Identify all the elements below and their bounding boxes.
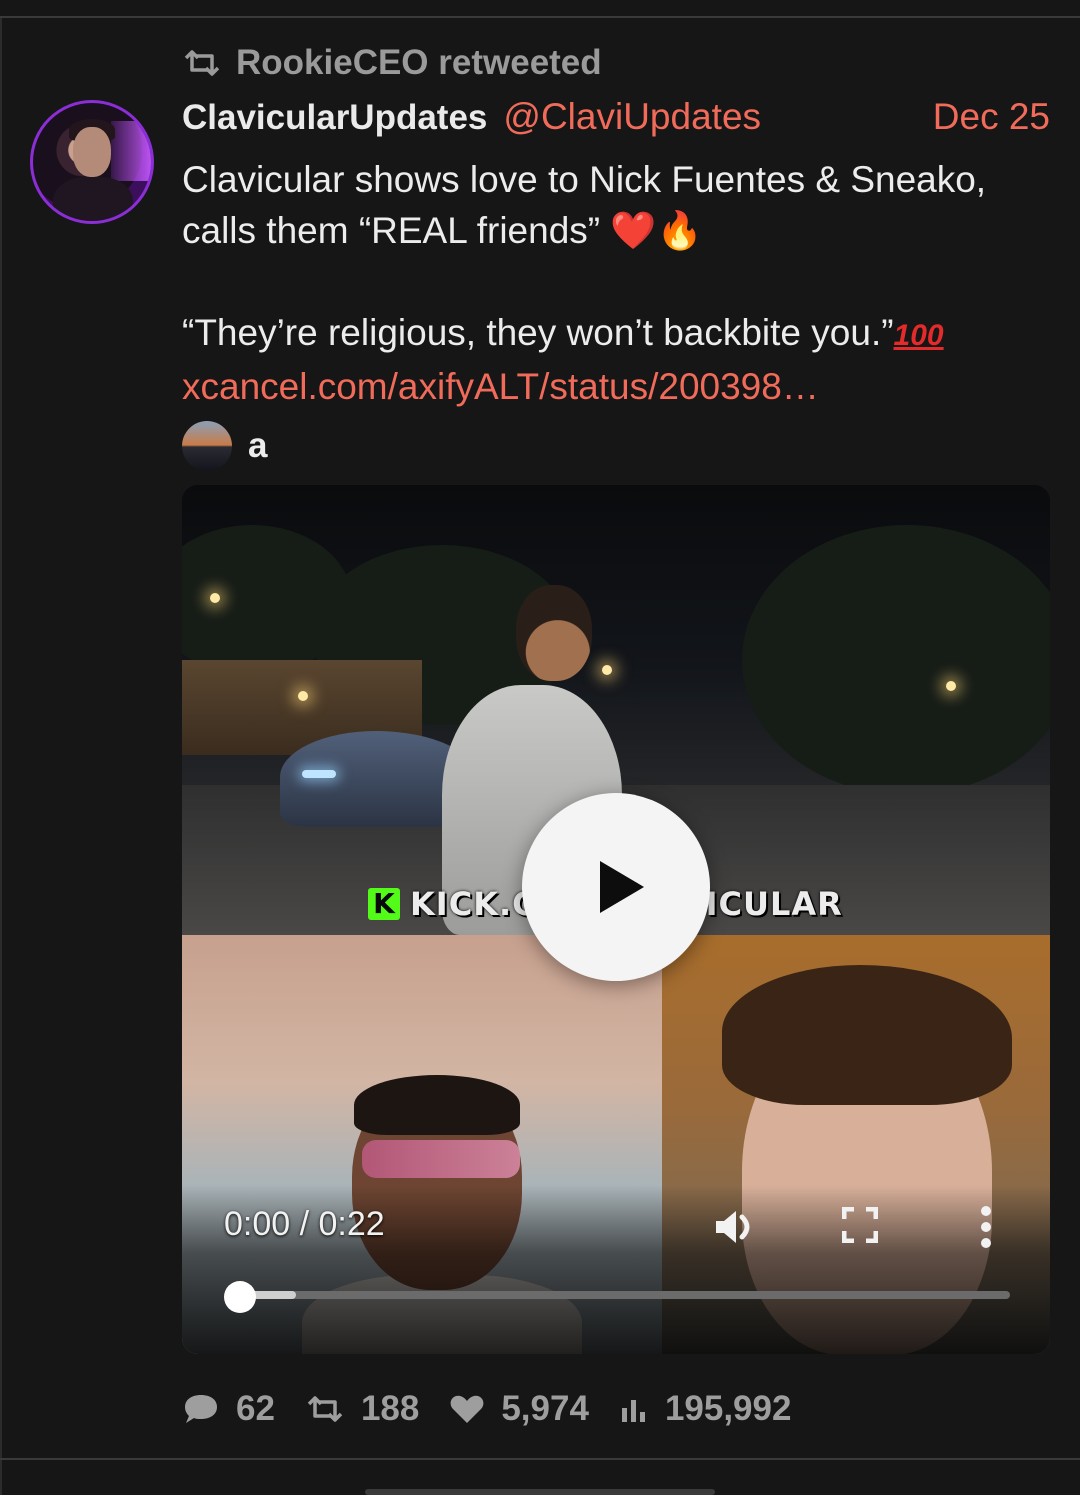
video-progress-thumb[interactable] (224, 1281, 256, 1313)
retweet-icon (307, 1396, 343, 1422)
tweet-quote-text: “They’re religious, they won’t backbite … (182, 312, 894, 353)
left-border (0, 18, 2, 1495)
tweet-text-line-2: calls them “REAL friends” ❤️🔥 (182, 205, 1062, 256)
tweet-stats: 62 188 5,974 195,992 (182, 1384, 821, 1434)
quoted-author[interactable]: a (182, 420, 267, 472)
quoted-avatar[interactable] (182, 421, 232, 471)
tweet-header: ClavicularUpdates @ClaviUpdates Dec 25 (182, 96, 1050, 142)
reply-count: 62 (236, 1389, 275, 1428)
retweet-count: 188 (360, 1389, 420, 1428)
play-icon (600, 861, 644, 913)
view-count: 195,992 (664, 1389, 792, 1428)
heart-emoji: ❤️ (610, 209, 657, 252)
reply-button[interactable]: 62 (182, 1389, 275, 1429)
more-options-icon[interactable] (976, 1205, 996, 1249)
bottom-divider (0, 1458, 1080, 1460)
fullscreen-icon[interactable] (842, 1207, 878, 1243)
reply-icon (185, 1395, 217, 1423)
author-handle[interactable]: @ClaviUpdates (503, 96, 761, 138)
tweet-quote-line: “They’re religious, they won’t backbite … (182, 307, 1062, 361)
retweet-button[interactable]: 188 (305, 1389, 419, 1429)
retweet-label[interactable]: RookieCEO retweeted (236, 43, 602, 83)
heart-icon (450, 1395, 484, 1423)
like-button[interactable]: 5,974 (449, 1389, 589, 1429)
tweet-text-line-1: Clavicular shows love to Nick Fuentes & … (182, 159, 987, 200)
views-chart-icon (621, 1400, 645, 1422)
tweet-link[interactable]: xcancel.com/axifyALT/status/200398… (182, 361, 1062, 412)
top-divider (0, 16, 1080, 18)
tweet-body: Clavicular shows love to Nick Fuentes & … (182, 154, 1062, 412)
quoted-author-name[interactable]: a (248, 426, 267, 466)
tweet-date[interactable]: Dec 25 (933, 96, 1050, 138)
fire-emoji: 🔥 (656, 209, 703, 252)
kick-logo-icon: K (368, 888, 400, 920)
author-display-name[interactable]: ClavicularUpdates (182, 98, 487, 138)
video-time: 0:00 / 0:22 (224, 1205, 385, 1243)
video-player[interactable]: K KICK.COM/CLAVICULAR 0:00 / 0:22 (182, 485, 1050, 1354)
views-stat[interactable]: 195,992 (619, 1389, 792, 1429)
retweet-header: RookieCEO retweeted (182, 40, 602, 86)
video-progress-bar[interactable] (240, 1291, 1010, 1299)
next-item-edge (365, 1489, 715, 1495)
volume-icon[interactable] (712, 1207, 760, 1247)
hundred-emoji: 100 (893, 319, 944, 352)
retweet-icon (184, 50, 220, 76)
like-count: 5,974 (501, 1389, 589, 1428)
play-button[interactable] (522, 793, 710, 981)
profile-avatar[interactable] (30, 100, 154, 224)
tweet-text-line-2-text: calls them “REAL friends” (182, 210, 601, 251)
